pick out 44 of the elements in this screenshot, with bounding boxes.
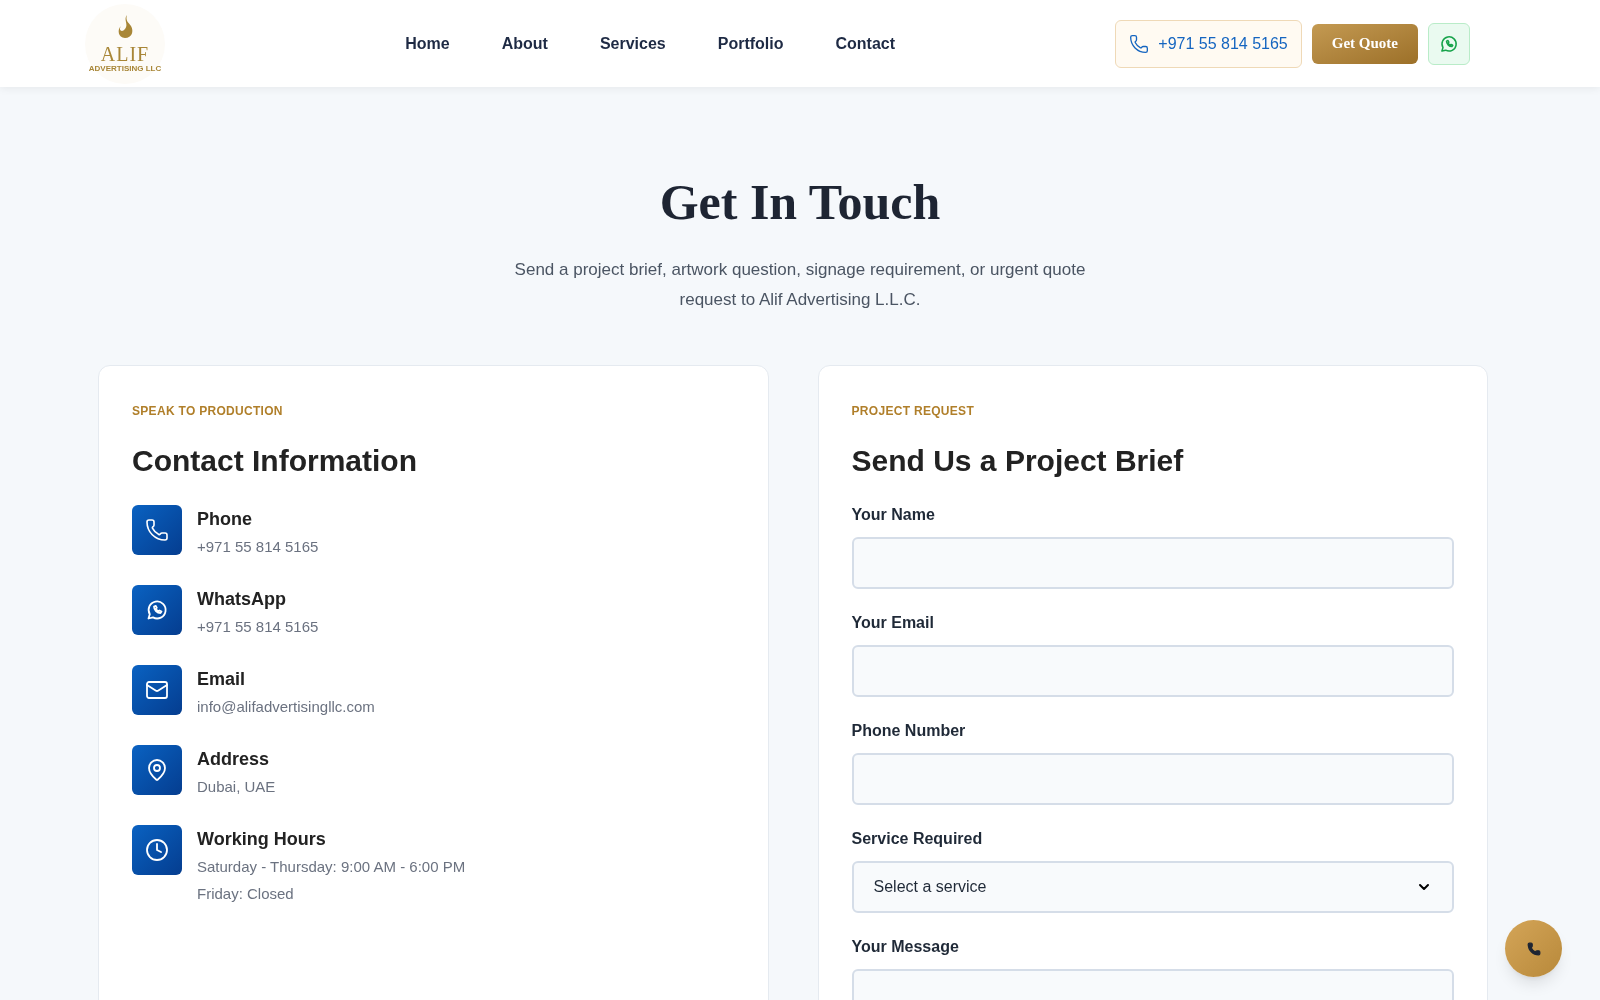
nav-link[interactable]: Portfolio [717, 31, 784, 56]
text-field[interactable] [851, 753, 1454, 805]
contact-value: info@alifadvertisingllc.com [197, 697, 375, 717]
contact-label: Phone [197, 508, 253, 531]
card-title: Contact Information [132, 443, 418, 479]
contact-label: WhatsApp [197, 588, 287, 611]
contact-value: +971 55 814 5165 [197, 617, 319, 637]
nav-link[interactable]: Services [599, 31, 666, 56]
field-label: Service Required [851, 829, 984, 849]
whatsapp-icon [1439, 33, 1459, 54]
location-pin-icon [145, 758, 169, 782]
nav-link[interactable]: Contact [835, 31, 896, 56]
text-field[interactable] [851, 645, 1454, 697]
field-label: Your Email [851, 613, 935, 633]
contact-label: Address [197, 748, 271, 771]
logo-tagline: ADVERTISING LLC [88, 64, 162, 73]
phone-button[interactable]: +971 55 814 5165 [1115, 19, 1302, 68]
page-subtitle: Send a project brief, artwork question, signage requirement, or urgent quote request to Alif Advertising L.L.C. [513, 259, 1087, 311]
contact-label: Email [197, 668, 247, 691]
contact-label: Working Hours [197, 828, 327, 851]
contact-value: Dubai, UAE [197, 777, 276, 797]
call-button[interactable] [1505, 920, 1562, 977]
page-title: Get In Touch [659, 177, 941, 227]
phone-icon [1526, 941, 1541, 956]
mail-icon [145, 678, 169, 702]
nav-link[interactable]: About [501, 31, 548, 56]
contact-value: Friday: Closed [197, 884, 295, 904]
field-label: Phone Number [851, 721, 967, 741]
whatsapp-icon [145, 598, 169, 622]
text-field[interactable] [851, 537, 1454, 589]
nav-link[interactable]: Home [405, 31, 450, 56]
card-title: Send Us a Project Brief [851, 443, 1185, 479]
section-eyebrow: PROJECT REQUEST [851, 403, 976, 420]
section-eyebrow: SPEAK TO PRODUCTION [132, 403, 284, 420]
logo-name: ALIF [100, 44, 150, 64]
contact-value: +971 55 814 5165 [197, 537, 319, 557]
service-dropdown[interactable]: Select a service [851, 861, 1454, 913]
phone-icon [1129, 33, 1150, 54]
whatsapp-button[interactable] [1428, 22, 1470, 65]
phone-icon [145, 518, 169, 542]
contact-value: Saturday - Thursday: 9:00 AM - 6:00 PM [197, 857, 466, 877]
field-label: Your Name [851, 505, 936, 525]
field-label: Your Message [851, 937, 960, 957]
clock-icon [145, 838, 169, 862]
